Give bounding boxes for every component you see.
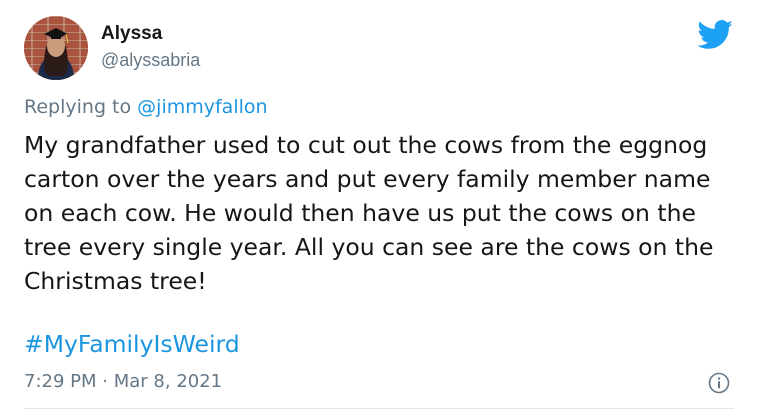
replying-to-label: Replying to (24, 96, 132, 118)
info-icon[interactable] (708, 372, 730, 394)
tweet-date: Mar 8, 2021 (113, 371, 223, 392)
author-display-name[interactable]: Alyssa (101, 23, 162, 45)
tweet-text: My grandfather used to cut out the cows … (24, 131, 714, 295)
divider (24, 408, 734, 409)
reply-mention-link[interactable]: @jimmyfallon (137, 96, 267, 118)
avatar[interactable] (24, 16, 88, 80)
timestamp-separator: · (102, 371, 108, 392)
hashtag-link[interactable]: #MyFamilyIsWeird (24, 328, 240, 360)
author-handle[interactable]: @alyssabria (101, 49, 200, 71)
replying-to-line: Replying to @jimmyfallon (24, 95, 268, 119)
twitter-bird-icon[interactable] (697, 20, 734, 50)
tweet-time: 7:29 PM (24, 371, 97, 392)
tweet-timestamp[interactable]: 7:29 PM · Mar 8, 2021 (24, 370, 222, 394)
avatar-photo (24, 16, 88, 80)
tweet-card: Alyssa @alyssabria Replying to @jimmyfal… (0, 0, 758, 420)
